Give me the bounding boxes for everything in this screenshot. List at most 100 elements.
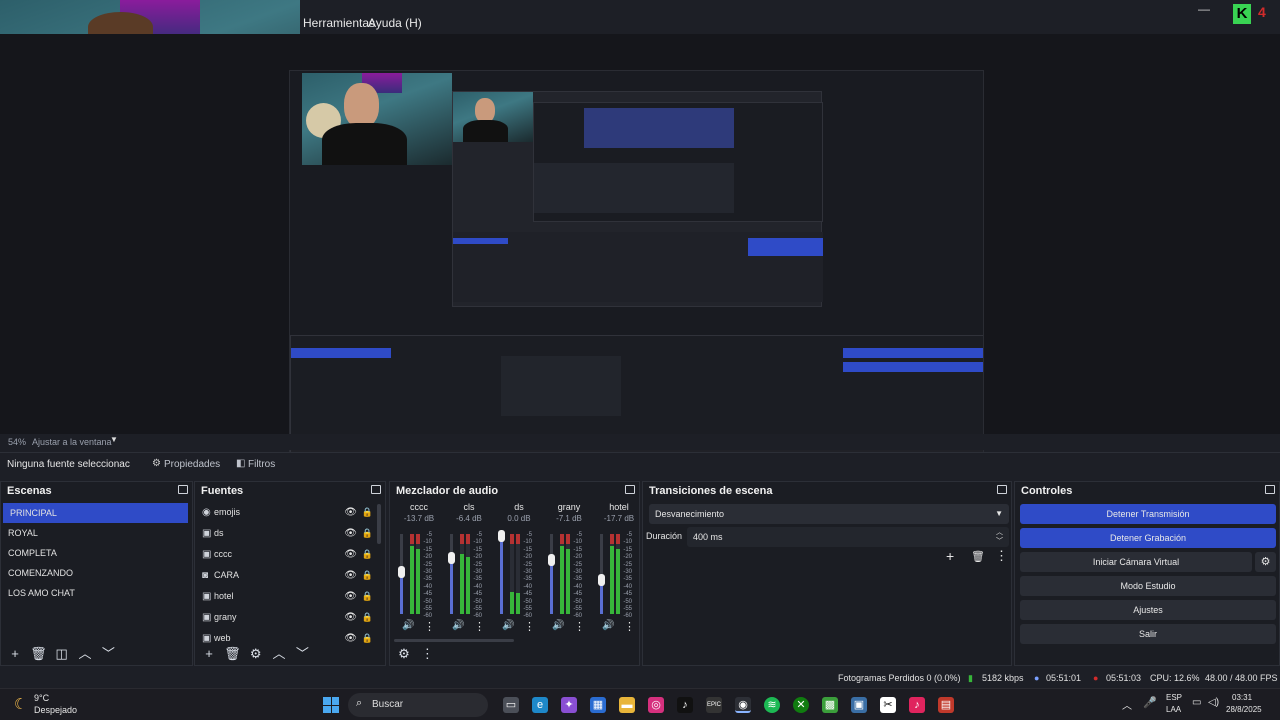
lock-icon[interactable]: 🔒 xyxy=(362,565,373,586)
sources-scrollbar[interactable] xyxy=(377,504,381,544)
source-item[interactable]: ▣ hotel 👁 🔒 xyxy=(195,586,385,607)
source-item[interactable]: ◉ emojis 👁 🔒 xyxy=(195,502,385,523)
eye-icon[interactable]: 👁 xyxy=(344,544,357,565)
capcut-icon[interactable]: ✂ xyxy=(880,697,896,713)
network-icon[interactable]: ▭ xyxy=(1192,697,1201,708)
source-item[interactable]: ▣ ds 👁 🔒 xyxy=(195,523,385,544)
xbox-icon[interactable]: ✕ xyxy=(793,697,809,713)
eye-icon[interactable]: 👁 xyxy=(344,523,357,544)
preview-canvas[interactable] xyxy=(289,70,984,464)
minimize-icon[interactable]: — xyxy=(1198,2,1210,16)
arrow-down-icon[interactable]: ﹀ xyxy=(292,645,312,663)
menu-help[interactable]: Ayuda (H) xyxy=(368,16,422,30)
taskbar-search[interactable]: ⌕ Buscar xyxy=(348,693,488,717)
exit-button[interactable]: Salir xyxy=(1020,624,1276,644)
lock-icon[interactable]: 🔒 xyxy=(362,502,373,523)
fader-knob[interactable] xyxy=(448,552,455,565)
app-icon[interactable]: ▣ xyxy=(851,697,867,713)
undock-icon[interactable] xyxy=(997,485,1007,494)
menu-dots-icon[interactable]: ⋮ xyxy=(474,620,485,633)
add-icon[interactable]: + xyxy=(946,548,954,564)
trash-icon[interactable]: 🗑 xyxy=(222,645,242,663)
add-icon[interactable]: + xyxy=(5,645,25,663)
app-icon[interactable]: ▤ xyxy=(938,697,954,713)
add-icon[interactable]: + xyxy=(199,645,219,663)
scale-mode[interactable]: Ajustar a la ventana xyxy=(32,437,112,447)
lang[interactable]: ESP xyxy=(1166,693,1182,702)
volume-fader[interactable] xyxy=(548,534,555,614)
volume-fader[interactable] xyxy=(498,530,505,614)
eye-icon[interactable]: 👁 xyxy=(344,586,357,607)
source-item[interactable]: ▣ grany 👁 🔒 xyxy=(195,607,385,628)
undock-icon[interactable] xyxy=(371,485,381,494)
arrow-up-icon[interactable]: ︿ xyxy=(269,645,289,663)
epic-games-icon[interactable]: EPIC xyxy=(706,697,722,713)
menu-tools[interactable]: Herramientas xyxy=(303,16,375,30)
gear-icon[interactable]: ⚙ xyxy=(246,645,266,663)
source-item[interactable]: ◙ CARA 👁 🔒 xyxy=(195,565,385,586)
scene-item[interactable]: ROYAL xyxy=(1,523,192,543)
mixer-scrollbar[interactable] xyxy=(394,639,514,642)
lock-icon[interactable]: 🔒 xyxy=(362,586,373,607)
tray-chevron-icon[interactable]: ︿ xyxy=(1122,697,1132,712)
menu-dots-icon[interactable]: ⋮ xyxy=(574,620,585,633)
studio-mode-button[interactable]: Modo Estudio xyxy=(1020,576,1276,596)
speaker-icon[interactable]: 🔊 xyxy=(552,620,564,631)
source-item[interactable]: ▣ cccc 👁 🔒 xyxy=(195,544,385,565)
menu-dots-icon[interactable]: ⋮ xyxy=(524,620,535,633)
fader-knob[interactable] xyxy=(548,554,555,566)
scene-item[interactable]: COMENZANDO xyxy=(1,563,192,583)
fader-knob[interactable] xyxy=(398,566,405,578)
arrow-up-icon[interactable]: ︿ xyxy=(75,645,95,663)
eye-icon[interactable]: 👁 xyxy=(344,607,357,628)
lock-icon[interactable]: 🔒 xyxy=(362,544,373,565)
settings-button[interactable]: Ajustes xyxy=(1020,600,1276,620)
speaker-icon[interactable]: 🔊 xyxy=(602,620,614,631)
undock-icon[interactable] xyxy=(178,485,188,494)
scale-dropdown-icon[interactable]: ▼ xyxy=(110,435,118,444)
speaker-icon[interactable]: 🔊 xyxy=(402,620,414,631)
undock-icon[interactable] xyxy=(625,485,635,494)
edge-icon[interactable]: e xyxy=(532,697,548,713)
preview-area[interactable] xyxy=(0,34,1280,464)
store-icon[interactable]: ▦ xyxy=(590,697,606,713)
menu-dots-icon[interactable]: ⋮ xyxy=(417,645,437,663)
volume-fader[interactable] xyxy=(448,534,455,614)
properties-button[interactable]: Propiedades xyxy=(164,459,220,470)
folder-icon[interactable]: ▬ xyxy=(619,697,635,713)
virtual-cam-settings-icon[interactable]: ⚙ xyxy=(1255,552,1276,572)
speaker-icon[interactable]: 🔊 xyxy=(452,620,464,631)
lock-icon[interactable]: 🔒 xyxy=(362,523,373,544)
transition-select[interactable]: Desvanecimiento ▼ xyxy=(649,504,1009,524)
spotify-icon[interactable]: ≋ xyxy=(764,697,780,713)
tiktok-studio-icon[interactable]: ♪ xyxy=(909,697,925,713)
gear-icon[interactable]: ⚙ xyxy=(394,645,414,663)
stop-stream-button[interactable]: Detener Transmisión xyxy=(1020,504,1276,524)
instagram-icon[interactable]: ◎ xyxy=(648,697,664,713)
filters-button[interactable]: Filtros xyxy=(248,459,275,470)
undock-icon[interactable] xyxy=(1265,485,1275,494)
stop-record-button[interactable]: Detener Grabación xyxy=(1020,528,1276,548)
eye-icon[interactable]: 👁 xyxy=(344,565,357,586)
trash-icon[interactable]: 🗑 xyxy=(971,550,985,563)
tiktok-icon[interactable]: ♪ xyxy=(677,697,693,713)
volume-icon[interactable]: ◁) xyxy=(1208,697,1219,708)
menu-dots-icon[interactable]: ⋮ xyxy=(424,620,435,633)
virtual-cam-button[interactable]: Iniciar Cámara Virtual xyxy=(1020,552,1252,572)
filter-icon[interactable]: ◫ xyxy=(52,645,72,663)
scene-item[interactable]: COMPLETA xyxy=(1,543,192,563)
minecraft-icon[interactable]: ▩ xyxy=(822,697,838,713)
menu-dots-icon[interactable]: ⋮ xyxy=(995,548,1008,564)
copilot-icon[interactable]: ✦ xyxy=(561,697,577,713)
menu-dots-icon[interactable]: ⋮ xyxy=(624,620,635,633)
arrow-down-icon[interactable]: ﹀ xyxy=(98,645,118,663)
speaker-icon[interactable]: 🔊 xyxy=(502,620,514,631)
volume-fader[interactable] xyxy=(398,534,405,614)
windows-start-icon[interactable] xyxy=(323,697,339,713)
eye-icon[interactable]: 👁 xyxy=(344,502,357,523)
volume-fader[interactable] xyxy=(598,534,605,614)
scene-item[interactable]: LOS AMO CHAT xyxy=(1,583,192,603)
clock-time[interactable]: 03:31 xyxy=(1232,693,1252,702)
trash-icon[interactable]: 🗑 xyxy=(28,645,48,663)
duration-spinbox[interactable]: 400 ms ︿ ﹀ xyxy=(687,527,1009,547)
